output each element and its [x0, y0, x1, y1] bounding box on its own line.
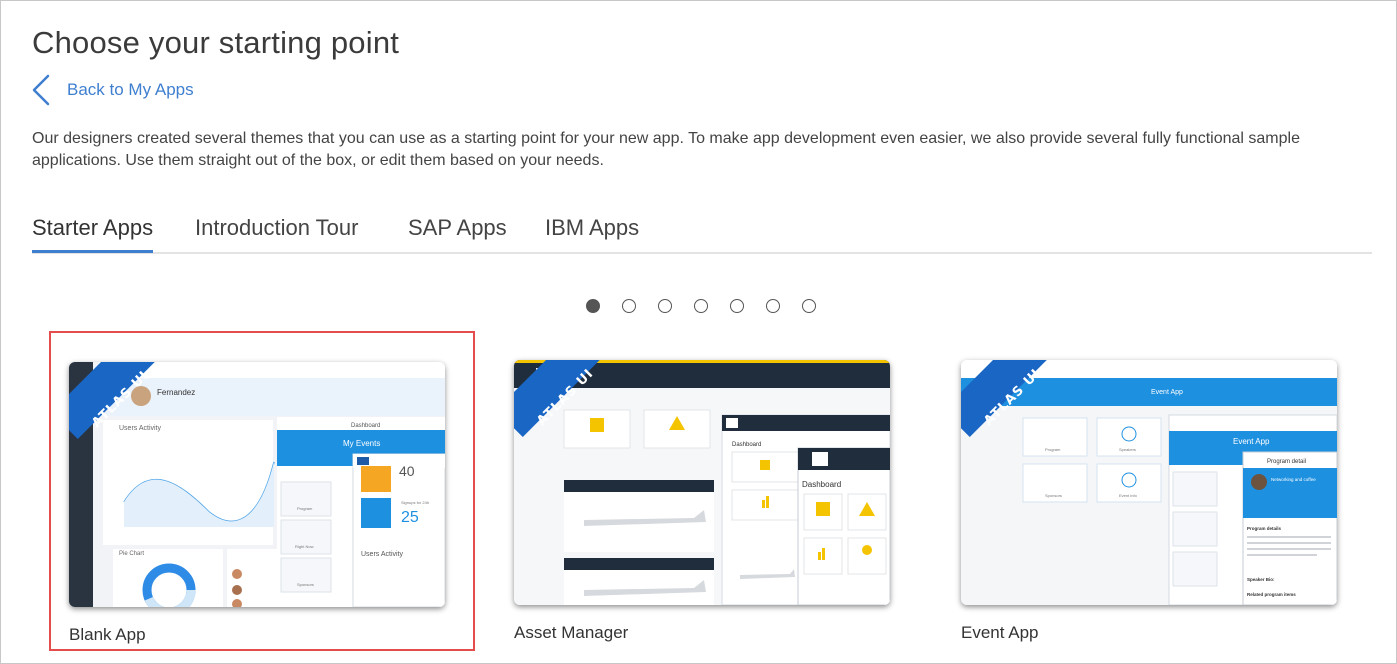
thumb-speakers: Speakers — [1119, 447, 1136, 452]
thumb-program-detail: Program detail — [1267, 459, 1306, 465]
card-label-event-app: Event App — [961, 623, 1039, 642]
thumb-stat-a: 40 — [399, 463, 415, 479]
app-card-asset-manager[interactable]: Dashboard Dashboard ATLAS UI Asset Manag… — [496, 331, 922, 651]
thumb-event-app-2: Event App — [1233, 437, 1270, 446]
carousel-dot-1[interactable] — [586, 299, 600, 313]
blank-app-thumbnail: Fernandez Users Activity Pie Chart Dashb… — [69, 362, 445, 607]
active-tab-indicator — [32, 250, 153, 253]
chevron-left-icon — [32, 74, 50, 106]
thumb-signups: Signups for 24h — [401, 500, 429, 505]
thumb-related-items: Related program items — [1247, 592, 1296, 597]
carousel-dot-4[interactable] — [694, 299, 708, 313]
thumb-profile-name: Fernandez — [157, 388, 195, 397]
tab-ibm-apps[interactable]: IBM Apps — [545, 215, 639, 241]
thumb-program: Program — [297, 506, 313, 511]
app-card-event-app[interactable]: Event App Program Speakers Sponsors Even… — [943, 331, 1369, 651]
thumb-users-activity: Users Activity — [119, 425, 162, 432]
thumb-stat-b: 25 — [401, 509, 419, 526]
tab-bar: Starter Apps Introduction Tour SAP Apps … — [32, 211, 1372, 254]
thumb-sponsors: Sponsors — [297, 582, 314, 587]
thumb-program-details: Program details — [1247, 526, 1282, 531]
carousel-dot-2[interactable] — [622, 299, 636, 313]
thumb-dashboard-2: Dashboard — [732, 442, 761, 448]
page-title: Choose your starting point — [32, 25, 400, 60]
tab-introduction-tour[interactable]: Introduction Tour — [195, 215, 358, 241]
intro-text: Our designers created several themes tha… — [32, 130, 1300, 169]
back-link-label: Back to My Apps — [67, 80, 194, 99]
thumb-right-now: Right Now — [295, 544, 314, 549]
thumb-my-events: My Events — [343, 439, 380, 448]
thumb-event-info: Event info — [1119, 493, 1138, 498]
thumb-users-activity-2: Users Activity — [361, 551, 404, 558]
thumb-event-app: Event App — [1151, 389, 1183, 396]
blank-app-preview: Fernandez Users Activity Pie Chart Dashb… — [69, 362, 445, 607]
thumb-sponsors: Sponsors — [1045, 493, 1062, 498]
thumb-dashboard: Dashboard — [351, 423, 380, 429]
tab-starter-apps[interactable]: Starter Apps — [32, 215, 153, 241]
tab-sap-apps[interactable]: SAP Apps — [408, 215, 507, 241]
asset-manager-thumbnail: Dashboard Dashboard ATLAS UI — [514, 360, 890, 605]
thumb-dashboard-3: Dashboard — [802, 480, 841, 489]
carousel-dot-5[interactable] — [730, 299, 744, 313]
carousel-dot-3[interactable] — [658, 299, 672, 313]
event-app-thumbnail: Event App Program Speakers Sponsors Even… — [961, 360, 1337, 605]
asset-manager-preview: Dashboard Dashboard ATLAS UI — [514, 360, 890, 605]
back-to-my-apps-link[interactable]: Back to My Apps — [30, 73, 194, 107]
thumb-networking: Networking and coffee — [1271, 477, 1316, 482]
event-app-preview: Event App Program Speakers Sponsors Even… — [961, 360, 1337, 605]
thumb-speaker-bio: Speaker Bio: — [1247, 577, 1275, 582]
card-label-blank-app: Blank App — [69, 625, 146, 644]
carousel-pagination — [586, 299, 816, 313]
window-frame: Choose your starting point Back to My Ap… — [0, 0, 1397, 664]
carousel-dot-7[interactable] — [802, 299, 816, 313]
card-label-asset-manager: Asset Manager — [514, 623, 629, 642]
carousel-dot-6[interactable] — [766, 299, 780, 313]
app-card-blank-app[interactable]: Fernandez Users Activity Pie Chart Dashb… — [49, 331, 475, 651]
thumb-pie-chart: Pie Chart — [119, 551, 144, 557]
thumb-program: Program — [1045, 447, 1061, 452]
